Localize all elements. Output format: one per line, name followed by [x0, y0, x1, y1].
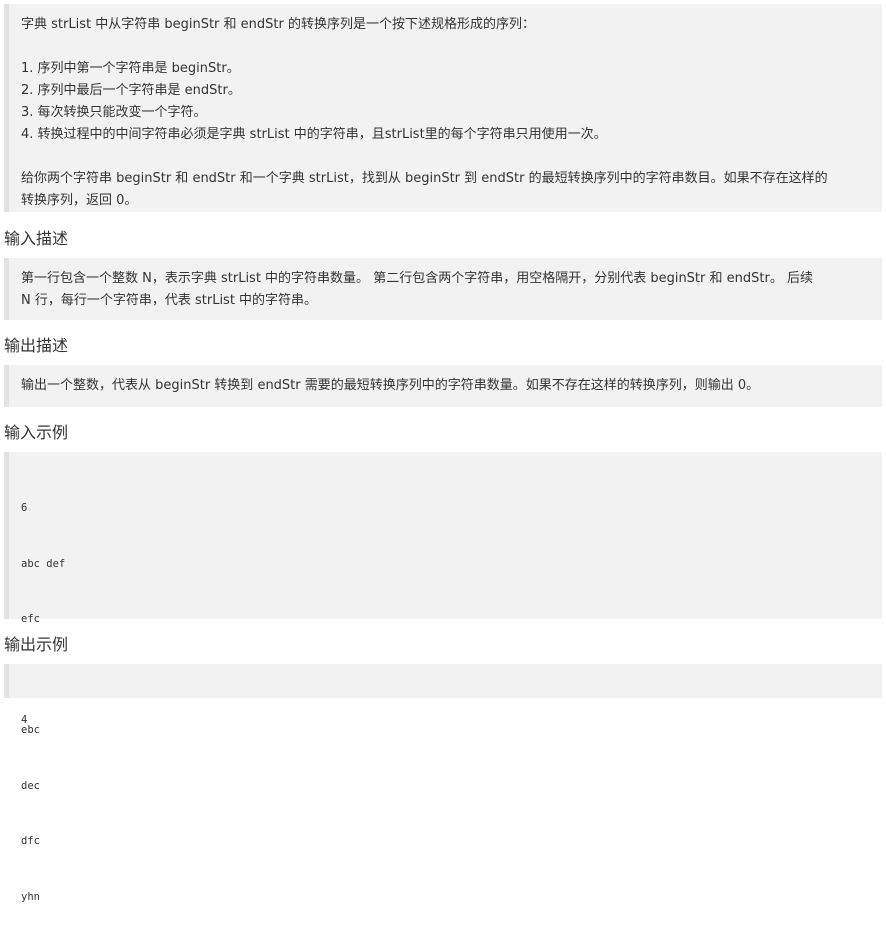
code-line: dfc: [21, 835, 40, 847]
output-description-text: 输出一个整数，代表从 beginStr 转换到 endStr 需要的最短转换序列…: [21, 378, 760, 393]
input-description-line-1: 第一行包含一个整数 N，表示字典 strList 中的字符串数量。 第二行包含两…: [21, 271, 813, 286]
rule-3: 3. 每次转换只能改变一个字符。: [21, 105, 207, 120]
input-description-heading: 输入描述: [4, 229, 69, 248]
code-line: yhn: [21, 890, 40, 903]
problem-task-line-2: 转换序列，返回 0。: [21, 193, 138, 208]
input-description-line-2: N 行，每行一个字符串，代表 strList 中的字符串。: [21, 293, 318, 308]
code-line: 4: [21, 714, 28, 726]
code-line: dec: [21, 779, 40, 792]
rule-4: 4. 转换过程中的中间字符串必须是字典 strList 中的字符串，且strLi…: [21, 127, 607, 142]
output-description-heading: 输出描述: [4, 336, 69, 355]
code-line: 6: [21, 502, 28, 514]
output-example-code: 4: [4, 664, 882, 726]
rule-1: 1. 序列中第一个字符串是 beginStr。: [21, 61, 240, 76]
input-example-heading: 输入示例: [4, 423, 69, 442]
problem-intro: 字典 strList 中从字符串 beginStr 和 endStr 的转换序列…: [21, 17, 535, 32]
input-example-code: 6 abc def efc dbc ebc dec dfc yhn: [4, 452, 882, 903]
problem-task-line-1: 给你两个字符串 beginStr 和 endStr 和一个字典 strList，…: [21, 171, 828, 186]
output-description: 输出一个整数，代表从 beginStr 转换到 endStr 需要的最短转换序列…: [4, 365, 882, 407]
code-line: abc def: [21, 557, 66, 570]
rule-2: 2. 序列中最后一个字符串是 endStr。: [21, 83, 241, 98]
input-description: 第一行包含一个整数 N，表示字典 strList 中的字符串数量。 第二行包含两…: [4, 258, 882, 320]
problem-description: 字典 strList 中从字符串 beginStr 和 endStr 的转换序列…: [4, 4, 882, 212]
code-line: efc: [21, 613, 40, 625]
output-example-heading: 输出示例: [4, 635, 69, 654]
